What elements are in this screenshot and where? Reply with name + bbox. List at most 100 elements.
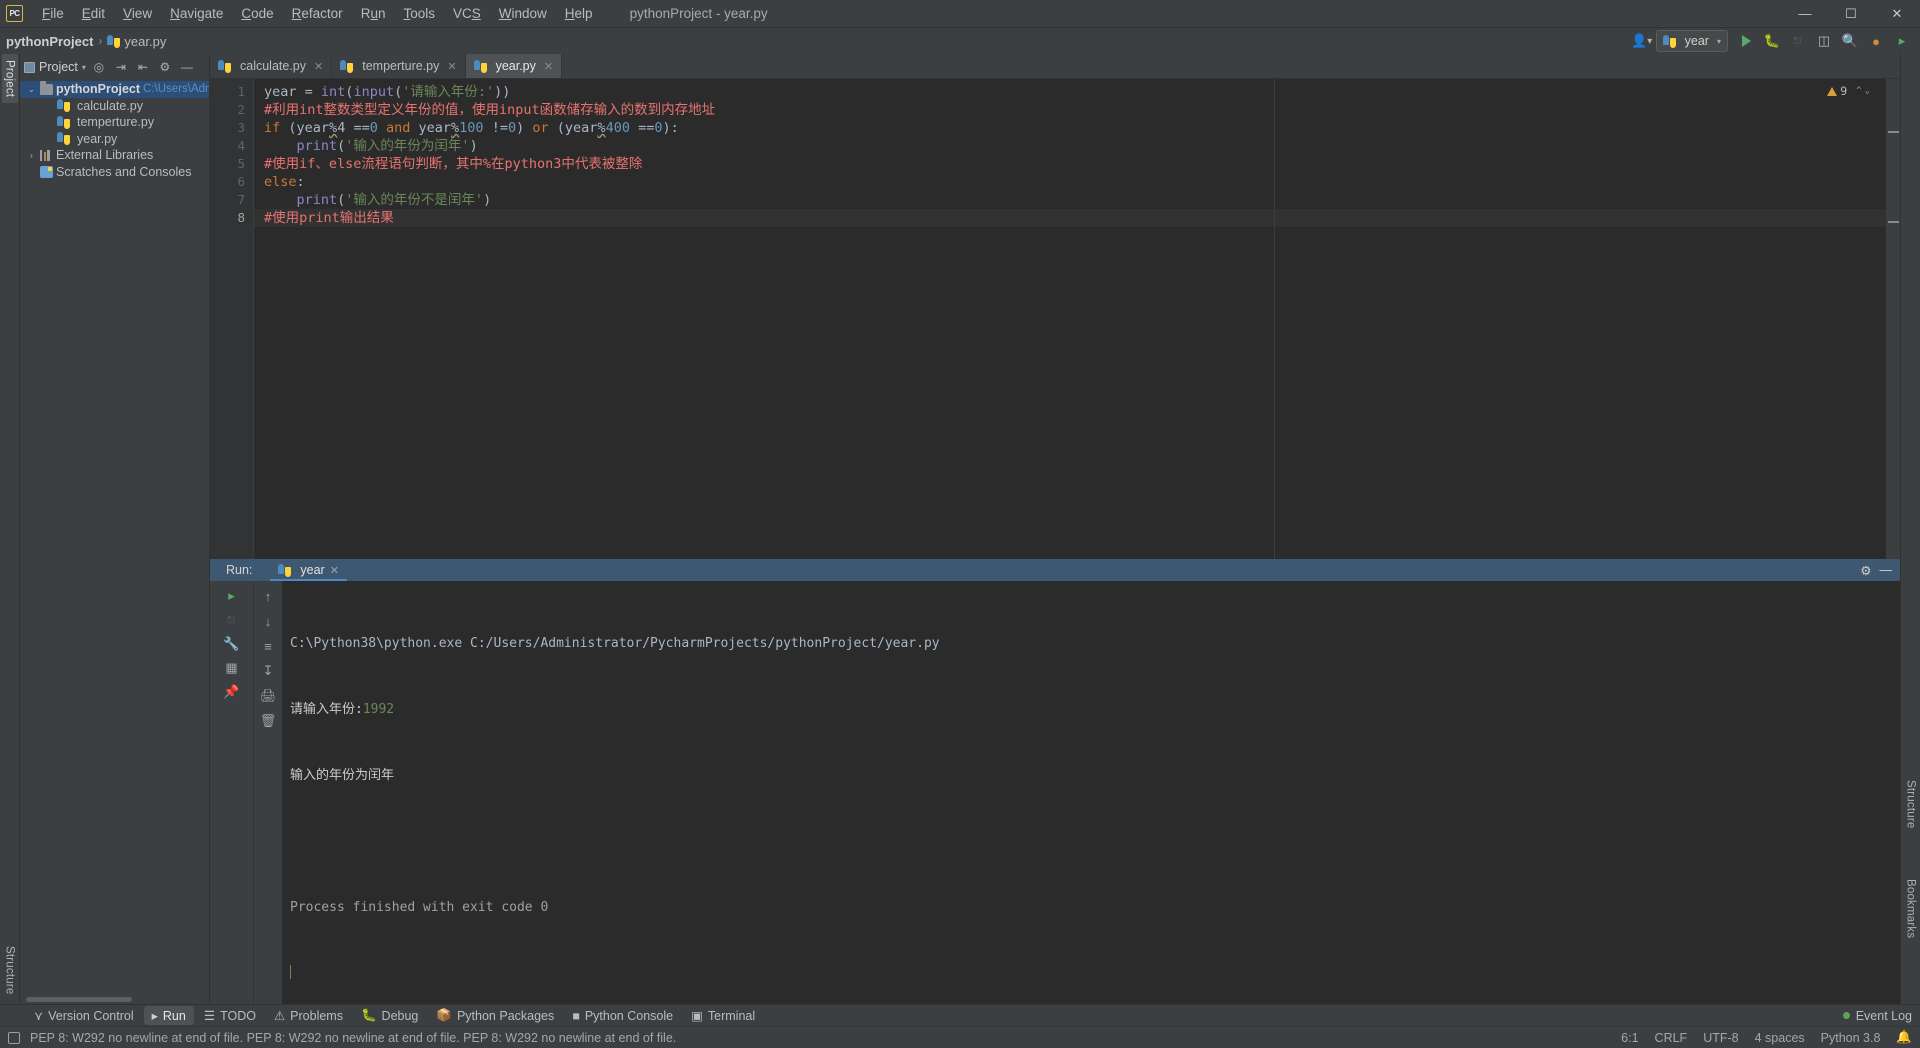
collapse-all-icon[interactable]: ⇤ [134, 58, 152, 76]
chevron-down-icon: ⌄ [1864, 86, 1870, 96]
project-pane-title[interactable]: Project ▾ [24, 60, 86, 74]
menu-navigate[interactable]: Navigate [161, 3, 232, 24]
coverage-button[interactable]: ◫ [1812, 30, 1836, 52]
menu-vcs[interactable]: VCS [444, 3, 490, 24]
editor-tab-calculate[interactable]: calculate.py ✕ [210, 54, 333, 78]
down-arrow-icon[interactable]: ↓ [257, 610, 279, 632]
editor-tab-year[interactable]: year.py ✕ [465, 54, 563, 78]
inspection-status[interactable]: 9 ^ ⌄ [1827, 82, 1870, 100]
settings-button[interactable]: ▸ [1890, 30, 1914, 52]
file-encoding[interactable]: UTF-8 [1703, 1031, 1738, 1045]
status-message: PEP 8: W292 no newline at end of file. P… [30, 1030, 677, 1045]
menu-window[interactable]: Window [490, 3, 556, 24]
lock-icon [8, 1031, 20, 1044]
gutter-marker[interactable] [1888, 221, 1899, 223]
code-text[interactable]: 9 ^ ⌄ year = int(input('请输入年份:')) #利用int… [254, 79, 1886, 559]
bottom-tab-todo[interactable]: ☰ TODO [196, 1006, 264, 1025]
sidebar-item-project[interactable]: Project [1, 54, 18, 104]
minimize-button[interactable]: — [1782, 0, 1828, 28]
tree-node-pythonProject[interactable]: ⌄ pythonProject C:\Users\Admini [20, 81, 209, 98]
up-arrow-icon[interactable]: ↑ [257, 585, 279, 607]
bottom-tab-terminal[interactable]: ▣ Terminal [683, 1006, 763, 1025]
gear-icon[interactable]: ⚙ [1860, 563, 1871, 578]
close-icon[interactable]: ✕ [314, 60, 323, 73]
updates-button[interactable]: ● [1864, 30, 1888, 52]
sidebar-item-structure-right[interactable]: Structure [1903, 774, 1919, 834]
bottom-tab-run[interactable]: ▸ Run [143, 1006, 194, 1025]
pin-icon[interactable]: 📌 [221, 681, 243, 703]
editor-right-gutter[interactable] [1886, 79, 1900, 559]
menu-file[interactable]: File [33, 3, 73, 24]
caret-position[interactable]: 6:1 [1621, 1031, 1638, 1045]
chevron-up-icon[interactable]: ^ [1856, 82, 1861, 100]
sidebar-item-structure[interactable]: Structure [2, 940, 18, 1000]
python-file-icon [278, 563, 292, 577]
console-line-finished: Process finished with exit code 0 [290, 900, 549, 915]
menu-tools[interactable]: Tools [394, 3, 444, 24]
menu-help[interactable]: Help [556, 3, 602, 24]
tree-node-calculate[interactable]: calculate.py [20, 98, 209, 115]
line-number: 8 [237, 210, 245, 225]
gutter-marker[interactable] [1888, 131, 1899, 133]
close-icon[interactable]: ✕ [447, 60, 456, 73]
tree-node-scratches[interactable]: Scratches and Consoles [20, 164, 209, 181]
account-icon[interactable]: 👤 ▾ [1630, 30, 1654, 52]
chevron-down-icon[interactable]: ⌄ [26, 85, 37, 94]
menu-view[interactable]: View [114, 3, 161, 24]
indent-setting[interactable]: 4 spaces [1755, 1031, 1805, 1045]
breadcrumb-project[interactable]: pythonProject [6, 34, 93, 49]
close-icon[interactable]: ✕ [330, 564, 339, 577]
menu-edit[interactable]: Edit [73, 3, 114, 24]
close-button[interactable]: ✕ [1874, 0, 1920, 28]
close-icon[interactable]: ✕ [544, 60, 553, 73]
debug-button[interactable]: 🐛 [1760, 30, 1784, 52]
console-caret [290, 963, 1900, 985]
wrench-icon[interactable]: 🔧 [221, 633, 243, 655]
sidebar-item-bookmarks[interactable]: Bookmarks [1903, 873, 1919, 944]
run-button[interactable] [1734, 30, 1758, 52]
console-output[interactable]: C:\Python38\python.exe C:/Users/Administ… [282, 581, 1900, 1004]
tree-node-temperture[interactable]: temperture.py [20, 114, 209, 131]
gear-icon[interactable]: ⚙ [156, 58, 174, 76]
bottom-tab-python-console[interactable]: ■ Python Console [564, 1007, 681, 1025]
inspection-count: 9 [1840, 84, 1848, 98]
menu-refactor[interactable]: Refactor [283, 3, 352, 24]
stop-button[interactable]: ◾ [1786, 30, 1810, 52]
expand-all-icon[interactable]: ⇥ [112, 58, 130, 76]
status-bar-right: 6:1 CRLF UTF-8 4 spaces Python 3.8 🔔 [1621, 1030, 1912, 1045]
bottom-tab-problems[interactable]: ⚠ Problems [266, 1006, 351, 1025]
warning-icon [1827, 86, 1838, 96]
stop-icon[interactable]: ◾ [221, 609, 243, 631]
scroll-to-end-icon[interactable]: ↧ [257, 660, 279, 682]
menu-code[interactable]: Code [232, 3, 282, 24]
chevron-right-icon[interactable]: › [26, 151, 37, 160]
event-log-label[interactable]: Event Log [1856, 1009, 1912, 1023]
bottom-tab-debug[interactable]: 🐛 Debug [353, 1006, 426, 1025]
bottom-tab-python-packages[interactable]: 📦 Python Packages [428, 1006, 562, 1025]
breadcrumb-file[interactable]: year.py [124, 34, 166, 49]
soft-wrap-icon[interactable]: ≡ [257, 635, 279, 657]
menu-run[interactable]: Run [352, 3, 395, 24]
print-icon[interactable]: 🖨 [257, 685, 279, 707]
tree-node-external-libraries[interactable]: › External Libraries [20, 147, 209, 164]
run-configuration-selector[interactable]: year ▾ [1655, 30, 1728, 52]
locate-icon[interactable]: ◎ [90, 58, 108, 76]
hide-icon[interactable]: — [178, 58, 196, 76]
project-tool-window: Project ▾ ◎ ⇥ ⇤ ⚙ — ⌄ pythonProject C:\U… [20, 54, 210, 1004]
bottom-tab-version-control[interactable]: ⋎ Version Control [26, 1006, 142, 1025]
grid-icon[interactable]: ▦ [221, 657, 243, 679]
line-separator[interactable]: CRLF [1655, 1031, 1688, 1045]
project-icon [24, 61, 35, 73]
editor-tab-temperture[interactable]: temperture.py ✕ [332, 54, 466, 78]
search-button[interactable]: 🔍 [1838, 30, 1862, 52]
run-tab-year[interactable]: year ✕ [270, 559, 347, 581]
rerun-icon[interactable]: ▸ [221, 585, 243, 607]
project-horizontal-scrollbar[interactable] [26, 997, 132, 1002]
maximize-button[interactable]: ☐ [1828, 0, 1874, 28]
tree-node-year[interactable]: year.py [20, 131, 209, 148]
trash-icon[interactable]: 🗑 [257, 710, 279, 732]
hide-icon[interactable]: — [1880, 563, 1893, 577]
notifications-icon[interactable]: 🔔 [1896, 1030, 1912, 1045]
toolbar-actions: 👤 ▾ year ▾ 🐛 ◾ ◫ 🔍 ● ▸ [1630, 30, 1920, 52]
python-interpreter[interactable]: Python 3.8 [1821, 1031, 1881, 1045]
